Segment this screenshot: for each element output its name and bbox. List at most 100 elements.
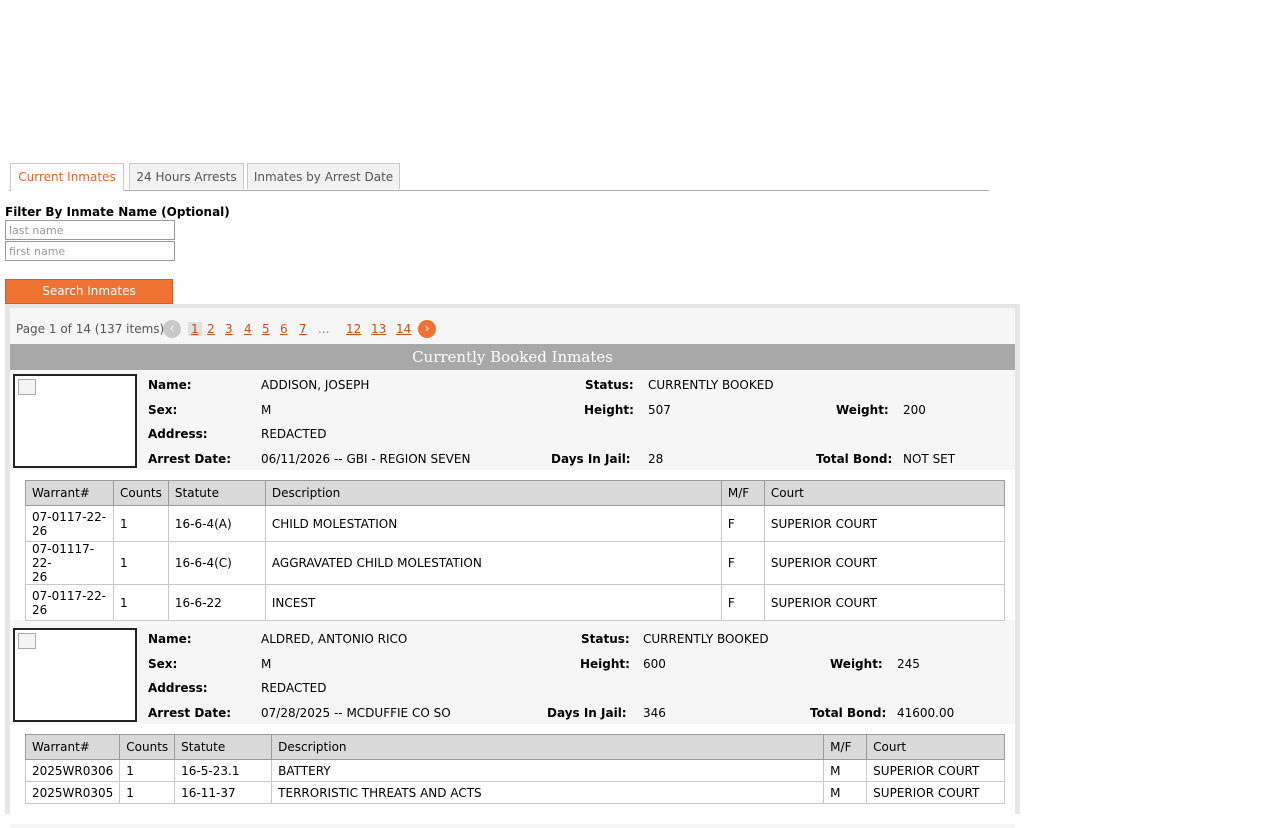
inmate-sex: M (261, 403, 272, 417)
warrant-cell: 07-01117-22- 26 (25, 541, 114, 585)
inmate-photo[interactable] (13, 628, 137, 722)
page-link-12[interactable]: 12 (346, 322, 361, 336)
filter-label: Filter By Inmate Name (Optional) (5, 205, 230, 219)
warrant-cell: 07-0117-22- 26 (25, 584, 114, 621)
statute-cell: 16-6-4(C) (167, 541, 266, 585)
status-label: Status: (581, 632, 630, 646)
search-inmates-button[interactable]: Search Inmates (5, 279, 173, 304)
col-description: Description (264, 480, 722, 506)
col-warrant: Warrant# (25, 480, 114, 506)
days-in-jail-label: Days In Jail: (551, 452, 631, 466)
inmate-status: CURRENTLY BOOKED (643, 632, 769, 646)
inmate-days-in-jail: 28 (648, 452, 664, 466)
col-court: Court (866, 734, 1005, 760)
page-link-1[interactable]: 1 (188, 322, 202, 336)
statute-cell: 16-11-37 (174, 781, 273, 804)
counts-cell: 1 (113, 541, 169, 585)
arrest-date-label: Arrest Date: (148, 452, 232, 466)
inmate-weight: 200 (903, 403, 926, 417)
name-label: Name: (148, 378, 192, 392)
page-link-7[interactable]: 7 (299, 322, 307, 336)
mf-cell: F (720, 505, 765, 542)
chevron-right-icon[interactable]: › (418, 320, 436, 338)
mf-cell: F (720, 584, 765, 621)
page-link-6[interactable]: 6 (280, 322, 288, 336)
counts-cell: 1 (113, 584, 169, 621)
inmate-total-bond: 41600.00 (897, 706, 955, 720)
page-link-3[interactable]: 3 (225, 322, 233, 336)
weight-label: Weight: (830, 657, 883, 671)
mf-cell: M (823, 781, 868, 804)
counts-cell: 1 (119, 781, 176, 804)
court-cell: SUPERIOR COURT (866, 759, 1005, 782)
inmate-arrest-date: 06/11/2026 -- GBI - REGION SEVEN (261, 452, 471, 466)
table-row: 07-01117-22- 26 1 16-6-4(C) AGGRAVATED C… (25, 541, 1006, 585)
warrant-cell: 2025WR0306 (24, 759, 121, 782)
col-statute: Statute (174, 734, 273, 760)
page-link-13[interactable]: 13 (371, 322, 386, 336)
page-link-5[interactable]: 5 (262, 322, 270, 336)
page-link-2[interactable]: 2 (207, 322, 215, 336)
court-cell: SUPERIOR COURT (866, 781, 1005, 804)
pager: Page 1 of 14 (137 items) ‹ 1 2 3 4 5 6 7… (10, 308, 1015, 344)
pager-info: Page 1 of 14 (137 items) (16, 322, 165, 336)
table-row: 2025WR0305 1 16-11-37 TERRORISTIC THREAT… (24, 781, 1005, 804)
last-name-input[interactable] (5, 220, 175, 240)
mf-cell: F (720, 541, 765, 585)
warrant-cell: 2025WR0305 (24, 781, 121, 804)
results-panel: Page 1 of 14 (137 items) ‹ 1 2 3 4 5 6 7… (5, 304, 1020, 828)
sex-label: Sex: (148, 403, 178, 417)
tab-current-inmates[interactable]: Current Inmates (10, 163, 124, 191)
total-bond-label: Total Bond: (810, 706, 887, 720)
page-link-14[interactable]: 14 (396, 322, 411, 336)
statute-cell: 16-6-22 (167, 584, 266, 621)
table-row: 07-0117-22- 26 1 16-6-22 INCEST F SUPERI… (25, 584, 1006, 621)
mf-cell: M (823, 759, 868, 782)
col-counts: Counts (113, 480, 169, 506)
weight-label: Weight: (836, 403, 889, 417)
inmate-tabs: Current Inmates 24 Hours Arrests Inmates… (9, 163, 989, 191)
table-row: 2025WR0306 1 16-5-23.1 BATTERY M SUPERIO… (24, 759, 1005, 782)
description-cell: BATTERY (271, 759, 825, 782)
inmate-weight: 245 (897, 657, 920, 671)
arrest-date-label: Arrest Date: (148, 706, 232, 720)
court-cell: SUPERIOR COURT (763, 584, 1006, 621)
table-row: 07-0117-22- 26 1 16-6-4(A) CHILD MOLESTA… (25, 505, 1006, 542)
inmate-sex: M (261, 657, 272, 671)
pager-ellipsis: ... (318, 322, 330, 336)
page-link-4[interactable]: 4 (244, 322, 252, 336)
statute-cell: 16-6-4(A) (167, 505, 266, 542)
inmate-height: 507 (648, 403, 671, 417)
chevron-left-icon[interactable]: ‹ (163, 320, 181, 338)
section-header: Currently Booked Inmates (10, 344, 1015, 370)
col-counts: Counts (119, 734, 176, 760)
status-label: Status: (585, 378, 634, 392)
statute-cell: 16-5-23.1 (174, 759, 273, 782)
charges-header-row: Warrant# Counts Statute Description M/F … (24, 734, 1005, 760)
tab-inmates-by-arrest-date[interactable]: Inmates by Arrest Date (247, 163, 400, 189)
inmate-name: ADDISON, JOSEPH (261, 378, 370, 392)
inmate-address: REDACTED (261, 681, 327, 695)
counts-cell: 1 (113, 505, 169, 542)
sex-label: Sex: (148, 657, 178, 671)
height-label: Height: (580, 657, 630, 671)
tab-24-hours-arrests[interactable]: 24 Hours Arrests (129, 163, 244, 189)
inmate-days-in-jail: 346 (643, 706, 666, 720)
court-cell: SUPERIOR COURT (763, 541, 1006, 585)
court-cell: SUPERIOR COURT (763, 505, 1006, 542)
inmate-status: CURRENTLY BOOKED (648, 378, 774, 392)
col-court: Court (763, 480, 1006, 506)
description-cell: TERRORISTIC THREATS AND ACTS (271, 781, 825, 804)
col-warrant: Warrant# (24, 734, 121, 760)
inmate-record: Name: ADDISON, JOSEPH Status: CURRENTLY … (10, 370, 1015, 621)
days-in-jail-label: Days In Jail: (547, 706, 627, 720)
first-name-input[interactable] (5, 241, 175, 261)
col-mf: M/F (823, 734, 868, 760)
inmate-record: Name: ALDRED, ANTONIO RICO Status: CURRE… (10, 624, 1015, 824)
inmate-photo[interactable] (13, 374, 137, 468)
broken-image-icon (18, 633, 36, 649)
description-cell: AGGRAVATED CHILD MOLESTATION (264, 541, 722, 585)
inmate-address: REDACTED (261, 427, 327, 441)
col-mf: M/F (720, 480, 765, 506)
name-label: Name: (148, 632, 192, 646)
